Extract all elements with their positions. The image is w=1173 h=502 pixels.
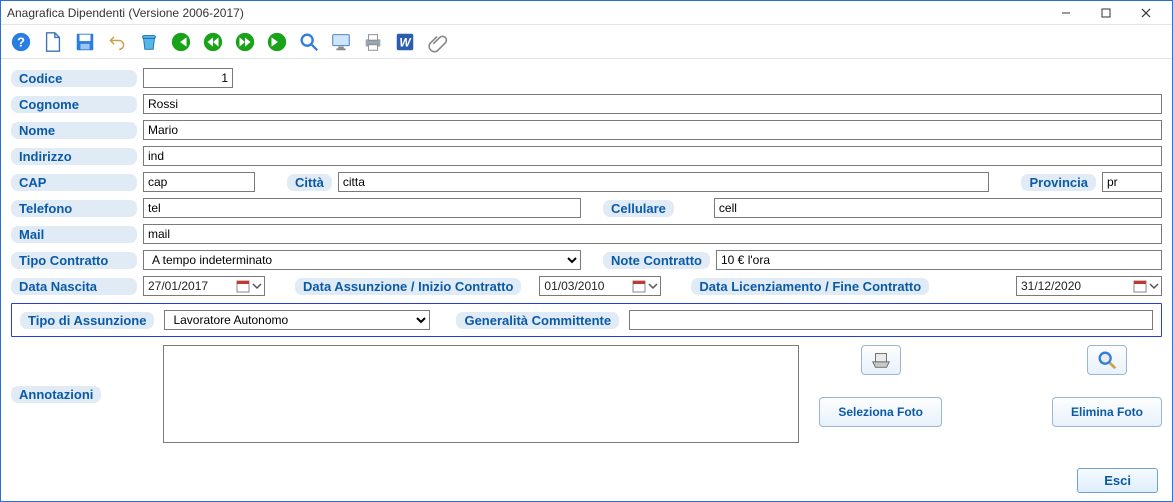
print-icon[interactable] [359,28,387,56]
generalita-field[interactable] [629,310,1153,330]
calendar-icon [632,279,646,293]
notes-photo-area: Annotazioni Seleziona Foto Elimina Foto [11,345,1162,443]
label-note-contratto: Note Contratto [603,252,710,269]
last-record-icon[interactable] [263,28,291,56]
label-tipo-assunzione: Tipo di Assunzione [20,312,154,329]
svg-text:W: W [399,35,412,49]
label-data-assunzione: Data Assunzione / Inizio Contratto [295,278,521,295]
elimina-foto-button[interactable]: Elimina Foto [1052,397,1162,427]
label-codice: Codice [11,70,137,87]
data-licenziamento-picker[interactable]: 31/12/2020 [1016,276,1162,296]
citta-field[interactable] [338,172,990,192]
label-provincia: Provincia [1021,174,1096,191]
cognome-field[interactable] [143,94,1162,114]
assunzione-group: Tipo di Assunzione Lavoratore Autonomo G… [11,303,1162,337]
label-citta: Città [287,174,332,191]
titlebar: Anagrafica Dipendenti (Versione 2006-201… [1,1,1172,25]
data-licenziamento-value: 31/12/2020 [1021,279,1133,293]
indirizzo-field[interactable] [143,146,1162,166]
label-data-nascita: Data Nascita [11,278,137,295]
label-indirizzo: Indirizzo [11,148,137,165]
esci-button[interactable]: Esci [1077,468,1158,493]
scanner-button[interactable] [861,345,901,375]
trash-icon[interactable] [135,28,163,56]
chevron-down-icon [1149,281,1159,291]
chevron-down-icon [648,281,658,291]
label-tipo-contratto: Tipo Contratto [11,252,137,269]
label-nome: Nome [11,122,137,139]
photo-right-column: Elimina Foto [1052,345,1162,443]
data-nascita-value: 27/01/2017 [148,279,236,293]
close-button[interactable] [1126,2,1166,24]
app-window: Anagrafica Dipendenti (Versione 2006-201… [0,0,1173,502]
toolbar: ? [1,25,1172,59]
new-doc-icon[interactable] [39,28,67,56]
data-assunzione-picker[interactable]: 01/03/2010 [539,276,661,296]
codice-field[interactable] [143,68,233,88]
minimize-button[interactable] [1046,2,1086,24]
label-annotazioni: Annotazioni [11,386,101,403]
footer: Esci [1,462,1172,501]
calendar-icon [236,279,250,293]
search-icon[interactable] [295,28,323,56]
magnifier-icon [1096,349,1118,371]
scanner-icon [870,349,892,371]
first-record-icon[interactable] [167,28,195,56]
calendar-icon [1133,279,1147,293]
label-cap: CAP [11,174,137,191]
annotazioni-textarea[interactable] [163,345,799,443]
help-icon[interactable]: ? [7,28,35,56]
label-mail: Mail [11,226,137,243]
data-nascita-picker[interactable]: 27/01/2017 [143,276,265,296]
telefono-field[interactable] [143,198,581,218]
svg-text:?: ? [17,34,25,49]
photo-left-column: Seleziona Foto [819,345,942,443]
next-record-icon[interactable] [231,28,259,56]
label-data-licenziamento: Data Licenziamento / Fine Contratto [691,278,929,295]
zoom-photo-button[interactable] [1087,345,1127,375]
maximize-button[interactable] [1086,2,1126,24]
form-area: Codice Cognome Nome Indirizzo CAP Città … [1,59,1172,462]
tipo-assunzione-select[interactable]: Lavoratore Autonomo [164,310,430,330]
data-assunzione-value: 01/03/2010 [544,279,632,293]
paperclip-icon[interactable] [423,28,451,56]
chevron-down-icon [252,281,262,291]
window-title: Anagrafica Dipendenti (Versione 2006-201… [7,6,1046,20]
cap-field[interactable] [143,172,255,192]
elimina-foto-label: Elimina Foto [1071,405,1143,419]
save-icon[interactable] [71,28,99,56]
note-contratto-field[interactable] [716,250,1162,270]
provincia-field[interactable] [1102,172,1162,192]
label-generalita: Generalità Committente [456,312,619,329]
prev-record-icon[interactable] [199,28,227,56]
monitor-icon[interactable] [327,28,355,56]
label-telefono: Telefono [11,200,137,217]
word-icon[interactable]: W [391,28,419,56]
esci-label: Esci [1104,473,1131,488]
label-cognome: Cognome [11,96,137,113]
cellulare-field[interactable] [714,198,1162,218]
mail-field[interactable] [143,224,1162,244]
seleziona-foto-button[interactable]: Seleziona Foto [819,397,942,427]
nome-field[interactable] [143,120,1162,140]
undo-icon[interactable] [103,28,131,56]
label-cellulare: Cellulare [603,200,674,217]
seleziona-foto-label: Seleziona Foto [838,405,923,419]
tipo-contratto-select[interactable]: A tempo indeterminato [143,250,581,270]
